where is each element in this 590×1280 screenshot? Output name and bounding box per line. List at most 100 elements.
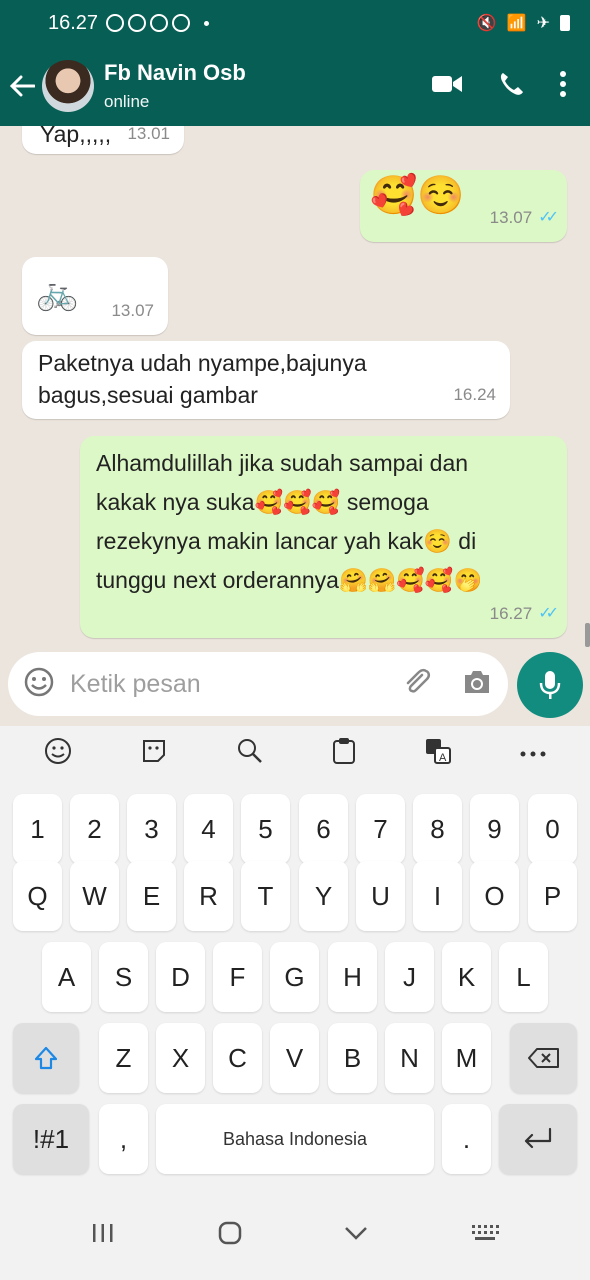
- message-line: tunggu next orderannya🤗🤗🥰🥰🤭: [96, 567, 483, 593]
- whatsapp-notif-icon: [106, 14, 125, 32]
- key-2[interactable]: 2: [70, 794, 119, 864]
- message-outgoing[interactable]: Alhamdulillah jika sudah sampai dan kaka…: [80, 436, 567, 638]
- message-time: 13.01: [127, 126, 170, 143]
- message-time: 13.07: [111, 301, 154, 320]
- symbols-key[interactable]: !#1: [13, 1104, 89, 1174]
- key-w[interactable]: W: [70, 861, 119, 931]
- scrollbar[interactable]: [585, 623, 590, 647]
- message-time: 16.24: [453, 385, 496, 404]
- key-e[interactable]: E: [127, 861, 176, 931]
- fb-messenger-notif-icon: [172, 14, 191, 32]
- key-c[interactable]: C: [213, 1023, 262, 1093]
- microphone-button[interactable]: [517, 652, 583, 718]
- key-0[interactable]: 0: [528, 794, 577, 864]
- key-y[interactable]: Y: [299, 861, 348, 931]
- comma-key[interactable]: ,: [99, 1104, 148, 1174]
- more-options-icon[interactable]: [560, 70, 566, 102]
- shift-icon: [34, 1046, 58, 1070]
- bicycle-emoji: 🚲: [36, 274, 79, 312]
- key-k[interactable]: K: [442, 942, 491, 1012]
- video-call-icon[interactable]: [432, 74, 462, 99]
- key-j[interactable]: J: [385, 942, 434, 1012]
- key-s[interactable]: S: [99, 942, 148, 1012]
- key-l[interactable]: L: [499, 942, 548, 1012]
- key-4[interactable]: 4: [184, 794, 233, 864]
- message-line: Paketnya udah nyampe,bajunya: [38, 350, 367, 376]
- key-x[interactable]: X: [156, 1023, 205, 1093]
- backspace-key[interactable]: [510, 1023, 577, 1093]
- contact-info[interactable]: Fb Navin Osb online: [104, 60, 246, 112]
- notification-icons: [106, 14, 191, 32]
- key-h[interactable]: H: [328, 942, 377, 1012]
- message-time: 13.07: [489, 208, 533, 227]
- key-6[interactable]: 6: [299, 794, 348, 864]
- message-text: Yap,,,,,: [40, 126, 112, 147]
- messenger-notif-icon: [128, 14, 147, 32]
- emoji-icon[interactable]: [24, 667, 54, 702]
- key-1[interactable]: 1: [13, 794, 62, 864]
- mute-icon: 🔇: [476, 15, 497, 32]
- keyboard-switch-icon[interactable]: [471, 1224, 499, 1247]
- message-outgoing[interactable]: 🥰☺️ 13.07 ✓✓: [360, 170, 567, 242]
- more-notifications-dot: [204, 20, 210, 26]
- key-9[interactable]: 9: [470, 794, 519, 864]
- shift-key[interactable]: [13, 1023, 79, 1093]
- message-incoming[interactable]: Paketnya udah nyampe,bajunya bagus,sesua…: [22, 341, 510, 419]
- airplane-icon: ✈: [536, 15, 550, 32]
- message-incoming[interactable]: 🚲 13.07: [22, 257, 168, 335]
- key-v[interactable]: V: [270, 1023, 319, 1093]
- key-t[interactable]: T: [241, 861, 290, 931]
- message-input[interactable]: [70, 669, 402, 699]
- emoji-keyboard-icon[interactable]: [44, 737, 72, 770]
- enter-key[interactable]: [499, 1104, 577, 1174]
- navigation-bar: [0, 1190, 590, 1280]
- contact-avatar[interactable]: [42, 60, 94, 112]
- period-key[interactable]: .: [442, 1104, 491, 1174]
- key-5[interactable]: 5: [241, 794, 290, 864]
- message-time: 16.27: [489, 604, 533, 623]
- key-q[interactable]: Q: [13, 861, 62, 931]
- message-line: kakak nya suka🥰🥰🥰 semoga: [96, 489, 429, 515]
- key-a[interactable]: A: [42, 942, 91, 1012]
- translate-icon[interactable]: A: [424, 737, 452, 770]
- key-f[interactable]: F: [213, 942, 262, 1012]
- microphone-icon: [539, 671, 561, 699]
- sticker-icon[interactable]: [140, 737, 168, 770]
- svg-text:A: A: [439, 752, 447, 764]
- key-7[interactable]: 7: [356, 794, 405, 864]
- camera-icon[interactable]: [462, 669, 492, 700]
- message-input-bar: [8, 652, 508, 716]
- search-icon[interactable]: [236, 737, 264, 770]
- key-m[interactable]: M: [442, 1023, 491, 1093]
- read-receipt-icon: ✓✓: [538, 605, 559, 622]
- message-line: Alhamdulillah jika sudah sampai dan: [96, 450, 469, 476]
- key-n[interactable]: N: [385, 1023, 434, 1093]
- space-key[interactable]: Bahasa Indonesia: [156, 1104, 434, 1174]
- back-nav-icon[interactable]: [344, 1226, 368, 1245]
- key-p[interactable]: P: [528, 861, 577, 931]
- key-3[interactable]: 3: [127, 794, 176, 864]
- key-o[interactable]: O: [470, 861, 519, 931]
- chat-area[interactable]: Yap,,,,, 13.01 🥰☺️ 13.07 ✓✓ 🚲 13.07 Paket…: [0, 126, 590, 726]
- key-i[interactable]: I: [413, 861, 462, 931]
- attach-icon[interactable]: [402, 667, 432, 702]
- message-line: rezekynya makin lancar yah kak☺️ di: [96, 528, 477, 554]
- status-time: 16.27: [48, 11, 99, 34]
- key-d[interactable]: D: [156, 942, 205, 1012]
- clipboard-icon[interactable]: [332, 737, 356, 770]
- message-incoming[interactable]: Yap,,,,, 13.01: [22, 126, 184, 154]
- key-g[interactable]: G: [270, 942, 319, 1012]
- keyboard: 1 2 3 4 5 6 7 8 9 0 Q W E R T Y U I O P …: [0, 780, 590, 1190]
- key-z[interactable]: Z: [99, 1023, 148, 1093]
- key-r[interactable]: R: [184, 861, 233, 931]
- more-icon[interactable]: [520, 744, 546, 762]
- status-bar: 16.27 🔇 📶 ✈: [0, 0, 590, 46]
- wifi-icon: 📶: [506, 15, 527, 32]
- key-8[interactable]: 8: [413, 794, 462, 864]
- home-icon[interactable]: [218, 1221, 242, 1250]
- recent-apps-icon[interactable]: [91, 1223, 115, 1248]
- key-b[interactable]: B: [328, 1023, 377, 1093]
- voice-call-icon[interactable]: [498, 71, 524, 102]
- key-u[interactable]: U: [356, 861, 405, 931]
- back-arrow-icon[interactable]: [2, 46, 42, 126]
